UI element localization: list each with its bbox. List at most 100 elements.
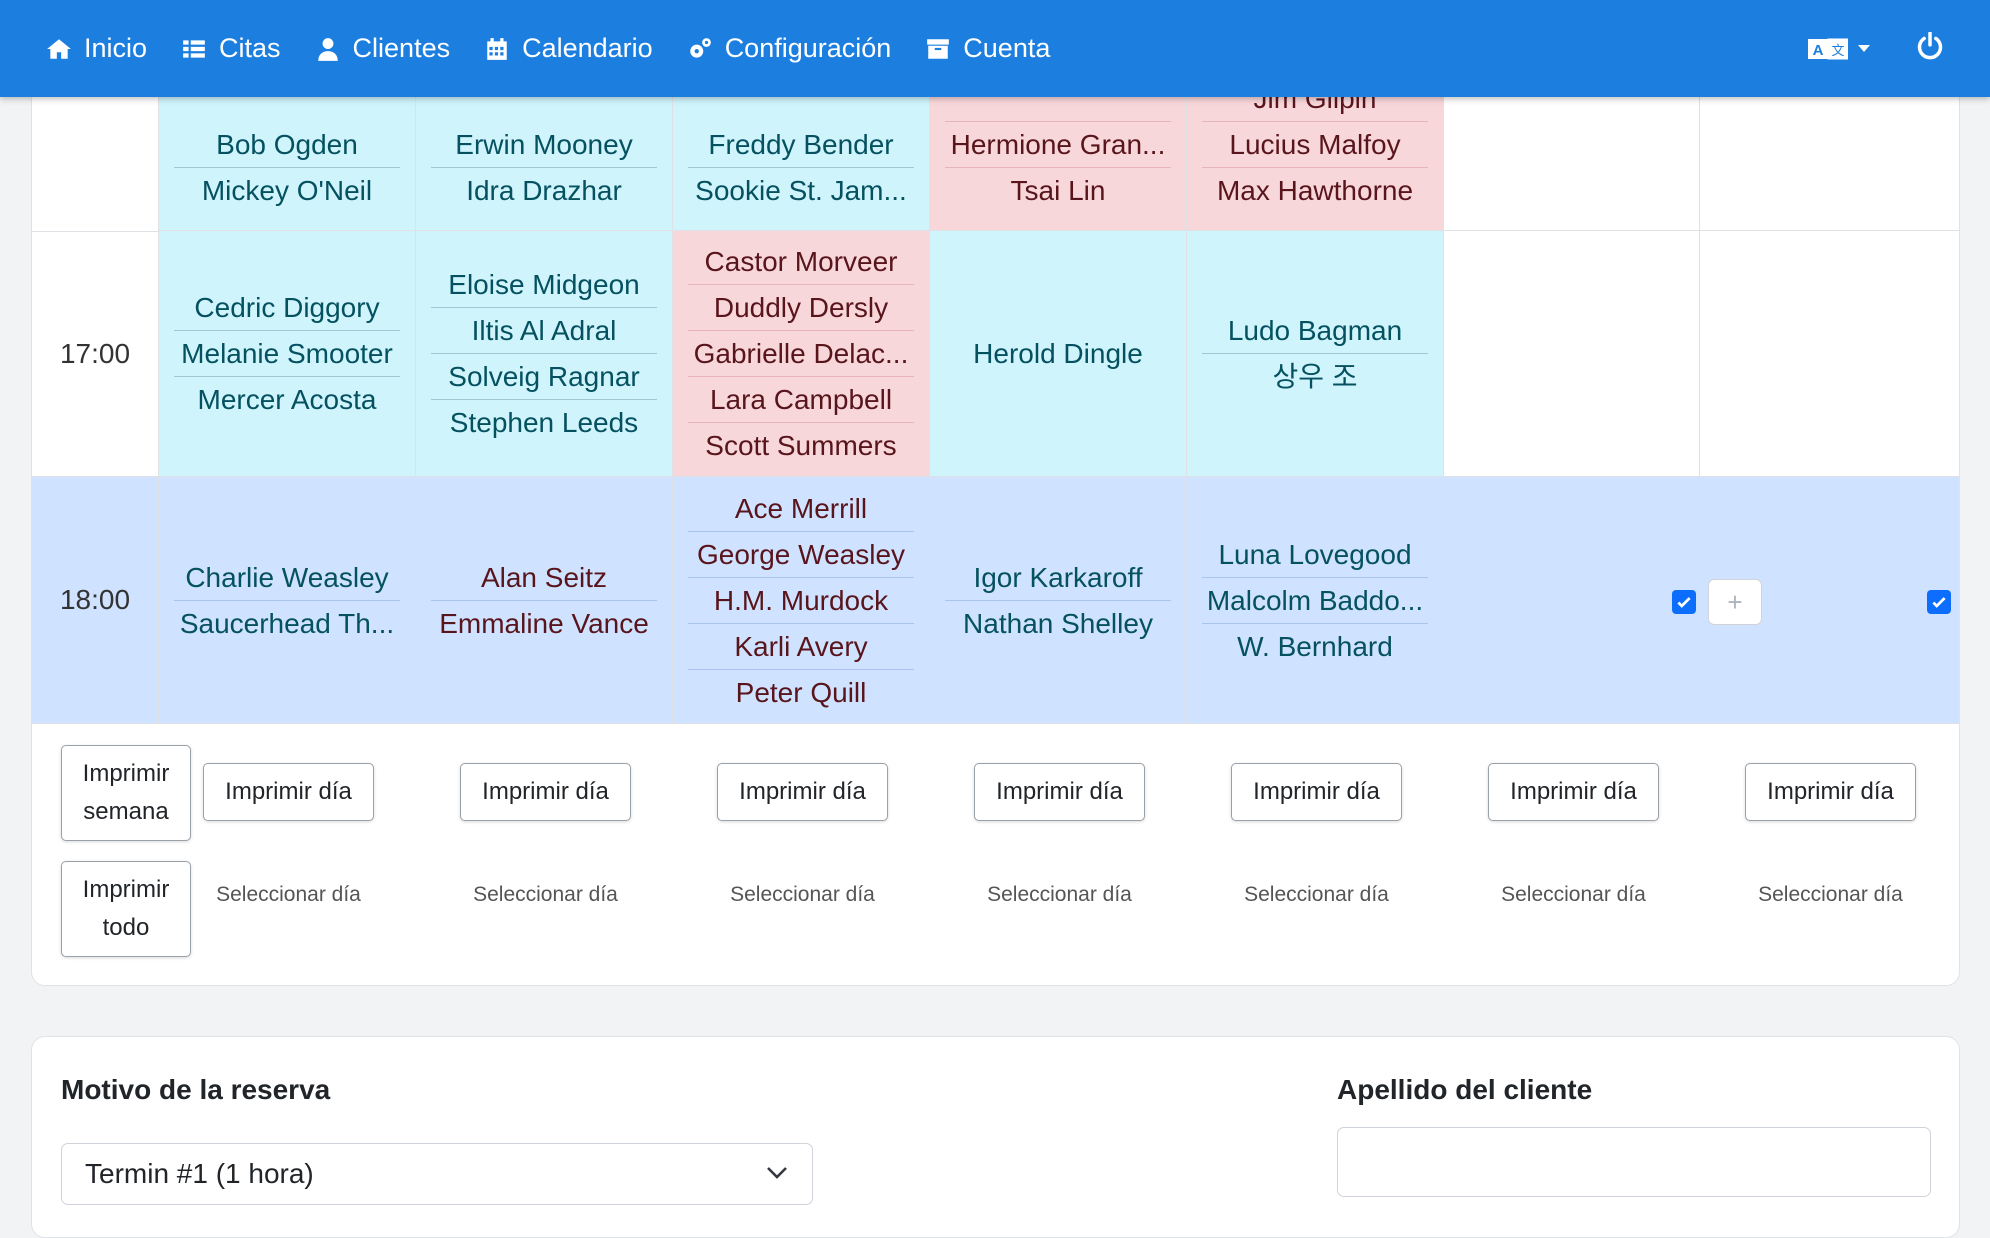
client-name[interactable]: Erwin Mooney (431, 122, 657, 168)
home-icon (47, 38, 71, 59)
print-day-button[interactable]: Imprimir día (1488, 763, 1659, 821)
client-name[interactable]: Solveig Ragnar (431, 354, 657, 400)
client-name[interactable]: Mercer Acosta (174, 377, 400, 422)
print-day-button[interactable]: Imprimir día (717, 763, 888, 821)
select-day-link[interactable]: Seleccionar día (674, 883, 931, 907)
archive-icon (927, 38, 950, 59)
slot-checkbox[interactable] (1672, 590, 1696, 614)
translate-icon: A文 (1808, 38, 1848, 59)
print-week-button[interactable]: Imprimir semana (61, 745, 191, 841)
appointment-slot[interactable]: Ludo Bagman 상우 조 (1187, 231, 1444, 477)
empty-slot[interactable] (1444, 231, 1700, 477)
user-icon (317, 37, 338, 61)
print-day-button[interactable]: Imprimir día (974, 763, 1145, 821)
language-dropdown[interactable]: A文 (1808, 37, 1870, 61)
client-name[interactable]: Sookie St. Jam... (688, 168, 914, 213)
client-name[interactable]: Melanie Smooter (174, 331, 400, 377)
top-navbar: Inicio Citas Clientes Calendario Configu… (0, 0, 1990, 97)
client-name[interactable]: Iltis Al Adral (431, 308, 657, 354)
select-day-link[interactable]: Seleccionar día (1188, 883, 1445, 907)
appointment-slot[interactable]: Castor Morveer Duddly Dersly Gabrielle D… (673, 231, 930, 477)
appointment-slot[interactable]: Alan Seitz Emmaline Vance (416, 477, 673, 724)
client-name[interactable]: Bob Ogden (174, 122, 400, 168)
client-name[interactable]: Peter Quill (688, 670, 914, 715)
nav-cuenta[interactable]: Cuenta (925, 33, 1050, 64)
client-name[interactable]: H.M. Murdock (688, 578, 914, 624)
nav-label: Clientes (352, 33, 451, 63)
client-name[interactable]: Herold Dingle (945, 331, 1171, 376)
svg-text:文: 文 (1831, 43, 1844, 58)
appointment-slot[interactable]: Luna Lovegood Malcolm Baddo... W. Bernha… (1187, 477, 1444, 724)
nav-calendario[interactable]: Calendario (484, 33, 653, 64)
client-name[interactable]: W. Bernhard (1202, 624, 1428, 669)
client-name[interactable]: Hermione Gran... (945, 121, 1171, 168)
client-name[interactable]: Gabrielle Delac... (688, 331, 914, 377)
client-name[interactable]: Eloise Midgeon (431, 262, 657, 308)
client-name[interactable]: Scott Summers (688, 423, 914, 468)
nav-label: Configuración (724, 33, 892, 63)
reason-select[interactable]: Termin #1 (1 hora) (61, 1143, 813, 1205)
appointment-slot[interactable]: Igor Karkaroff Nathan Shelley (930, 477, 1187, 724)
print-all-button[interactable]: Imprimir todo (61, 861, 191, 957)
client-name[interactable]: Igor Karkaroff (945, 555, 1171, 601)
client-name[interactable]: Charlie Weasley (174, 555, 400, 601)
time-cell: 18:00 (32, 477, 159, 724)
client-name[interactable]: George Weasley (688, 532, 914, 578)
client-name[interactable]: Nathan Shelley (945, 601, 1171, 646)
client-name[interactable]: Saucerhead Th... (174, 601, 400, 646)
client-name[interactable]: Tsai Lin (945, 168, 1171, 213)
power-icon (1917, 31, 1943, 60)
client-name[interactable]: Lucius Malfoy (1202, 122, 1428, 168)
client-name[interactable]: Karli Avery (688, 624, 914, 670)
client-name[interactable]: Emmaline Vance (431, 601, 657, 646)
select-day-link[interactable]: Seleccionar día (417, 883, 674, 907)
client-name[interactable]: Ace Merrill (688, 486, 914, 532)
appointment-slot[interactable]: Herold Dingle (930, 231, 1187, 477)
schedule-card: Bob Ogden Mickey O'Neil Erwin Mooney Idr… (31, 60, 1960, 986)
slot-checkbox[interactable] (1927, 590, 1951, 614)
empty-slot[interactable] (1444, 477, 1700, 724)
appointment-slot[interactable]: Eloise Midgeon Iltis Al Adral Solveig Ra… (416, 231, 673, 477)
client-name[interactable]: Lara Campbell (688, 377, 914, 423)
client-name[interactable]: 상우 조 (1202, 354, 1428, 399)
client-name[interactable]: Castor Morveer (688, 239, 914, 285)
lastname-label: Apellido del cliente (1337, 1074, 1593, 1105)
print-day-button[interactable]: Imprimir día (1231, 763, 1402, 821)
client-name[interactable]: Stephen Leeds (431, 400, 657, 445)
client-name[interactable]: Freddy Bender (688, 122, 914, 168)
select-day-link[interactable]: Seleccionar día (1445, 883, 1702, 907)
client-name[interactable]: Luna Lovegood (1202, 532, 1428, 578)
appointment-slot[interactable]: Cedric Diggory Melanie Smooter Mercer Ac… (159, 231, 416, 477)
booking-form-card: Motivo de la reserva Termin #1 (1 hora) … (31, 1036, 1960, 1238)
client-name[interactable]: Mickey O'Neil (174, 168, 400, 213)
print-day-button[interactable]: Imprimir día (1745, 763, 1916, 821)
logout-button[interactable] (1916, 31, 1944, 65)
check-icon (1677, 597, 1691, 608)
nav-inicio[interactable]: Inicio (46, 33, 147, 64)
lastname-input[interactable] (1337, 1127, 1931, 1197)
print-day-button[interactable]: Imprimir día (203, 763, 374, 821)
check-icon (1932, 597, 1946, 608)
reason-select-value: Termin #1 (1 hora) (85, 1158, 314, 1189)
print-day-button[interactable]: Imprimir día (460, 763, 631, 821)
nav-configuracion[interactable]: Configuración (687, 33, 892, 64)
nav-label: Cuenta (963, 33, 1051, 63)
empty-slot[interactable] (1700, 231, 1959, 477)
client-name[interactable]: Ludo Bagman (1202, 308, 1428, 354)
nav-clientes[interactable]: Clientes (315, 33, 451, 64)
client-name[interactable]: Duddly Dersly (688, 285, 914, 331)
client-name[interactable]: Max Hawthorne (1202, 168, 1428, 213)
appointment-slot[interactable]: Charlie Weasley Saucerhead Th... (159, 477, 416, 724)
select-day-link[interactable]: Seleccionar día (931, 883, 1188, 907)
select-day-link[interactable]: Seleccionar día (160, 883, 417, 907)
client-name[interactable]: Alan Seitz (431, 555, 657, 601)
nav-label: Citas (219, 33, 281, 63)
appointment-slot[interactable]: Ace Merrill George Weasley H.M. Murdock … (673, 477, 930, 724)
nav-label: Inicio (84, 33, 148, 63)
add-appointment-button[interactable]: + (1708, 579, 1762, 625)
client-name[interactable]: Idra Drazhar (431, 168, 657, 213)
client-name[interactable]: Malcolm Baddo... (1202, 578, 1428, 624)
client-name[interactable]: Cedric Diggory (174, 285, 400, 331)
select-day-link[interactable]: Seleccionar día (1702, 883, 1959, 907)
nav-citas[interactable]: Citas (181, 33, 281, 64)
